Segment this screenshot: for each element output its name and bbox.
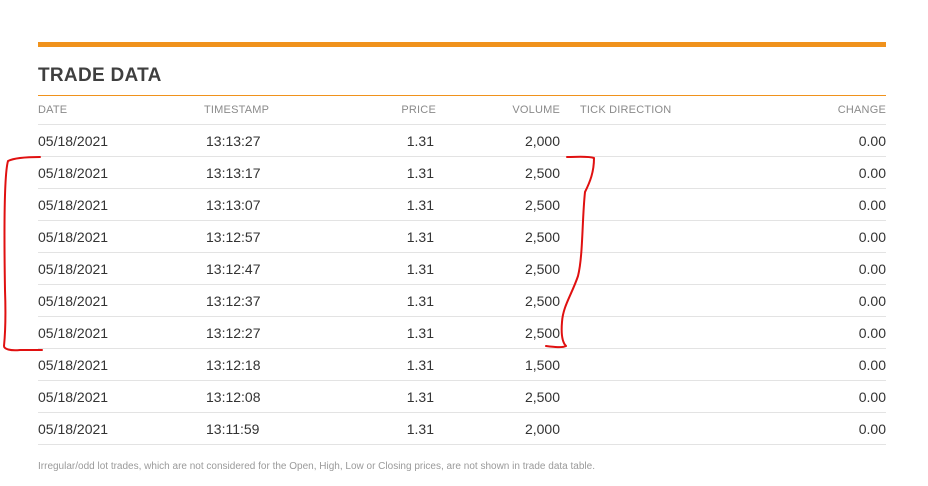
cell-change: 0.00 — [750, 380, 886, 413]
column-header-date: DATE — [38, 96, 204, 125]
table-row: 05/18/2021 13:13:07 1.31 2,500 0.00 — [38, 188, 886, 221]
trade-data-table: DATE TIMESTAMP PRICE VOLUME TICK DIRECTI… — [38, 96, 886, 445]
cell-price: 1.31 — [324, 284, 436, 317]
table-row: 05/18/2021 13:12:57 1.31 2,500 0.00 — [38, 220, 886, 253]
cell-price: 1.31 — [324, 252, 436, 285]
cell-tick-direction — [560, 124, 750, 157]
cell-date: 05/18/2021 — [38, 252, 204, 285]
cell-price: 1.31 — [324, 380, 436, 413]
cell-date: 05/18/2021 — [38, 124, 204, 157]
cell-change: 0.00 — [750, 124, 886, 157]
table-row: 05/18/2021 13:12:08 1.31 2,500 0.00 — [38, 380, 886, 413]
cell-date: 05/18/2021 — [38, 348, 204, 381]
cell-tick-direction — [560, 220, 750, 253]
cell-volume: 2,000 — [436, 124, 560, 157]
cell-price: 1.31 — [324, 124, 436, 157]
cell-price: 1.31 — [324, 156, 436, 189]
cell-date: 05/18/2021 — [38, 412, 204, 445]
cell-volume: 2,500 — [436, 252, 560, 285]
cell-volume: 2,500 — [436, 284, 560, 317]
cell-volume: 2,500 — [436, 188, 560, 221]
cell-volume: 2,000 — [436, 412, 560, 445]
cell-volume: 2,500 — [436, 380, 560, 413]
cell-volume: 2,500 — [436, 316, 560, 349]
column-header-timestamp: TIMESTAMP — [204, 96, 324, 125]
cell-tick-direction — [560, 188, 750, 221]
cell-timestamp: 13:13:17 — [204, 156, 324, 189]
section-title: TRADE DATA — [38, 65, 162, 86]
left-bracket-mark — [3, 156, 43, 352]
table-row: 05/18/2021 13:12:27 1.31 2,500 0.00 — [38, 316, 886, 349]
cell-timestamp: 13:12:57 — [204, 220, 324, 253]
cell-date: 05/18/2021 — [38, 156, 204, 189]
header-row: DATE TIMESTAMP PRICE VOLUME TICK DIRECTI… — [38, 96, 886, 125]
cell-timestamp: 13:12:08 — [204, 380, 324, 413]
cell-change: 0.00 — [750, 156, 886, 189]
table-row: 05/18/2021 13:12:18 1.31 1,500 0.00 — [38, 348, 886, 381]
cell-timestamp: 13:12:47 — [204, 252, 324, 285]
table-row: 05/18/2021 13:12:47 1.31 2,500 0.00 — [38, 252, 886, 285]
cell-change: 0.00 — [750, 348, 886, 381]
table-row: 05/18/2021 13:13:27 1.31 2,000 0.00 — [38, 124, 886, 157]
cell-date: 05/18/2021 — [38, 380, 204, 413]
column-header-price: PRICE — [324, 96, 436, 125]
cell-timestamp: 13:13:27 — [204, 124, 324, 157]
cell-price: 1.31 — [324, 412, 436, 445]
cell-date: 05/18/2021 — [38, 220, 204, 253]
cell-change: 0.00 — [750, 220, 886, 253]
cell-tick-direction — [560, 284, 750, 317]
cell-change: 0.00 — [750, 412, 886, 445]
cell-volume: 2,500 — [436, 220, 560, 253]
cell-date: 05/18/2021 — [38, 188, 204, 221]
column-header-tick-direction: TICK DIRECTION — [560, 96, 750, 125]
table-row: 05/18/2021 13:13:17 1.31 2,500 0.00 — [38, 156, 886, 189]
table-body: 05/18/2021 13:13:27 1.31 2,000 0.00 05/18/202… — [38, 124, 886, 445]
cell-price: 1.31 — [324, 316, 436, 349]
cell-volume: 2,500 — [436, 156, 560, 189]
cell-price: 1.31 — [324, 188, 436, 221]
table-row: 05/18/2021 13:11:59 1.31 2,000 0.00 — [38, 412, 886, 445]
cell-tick-direction — [560, 156, 750, 189]
trade-data-panel: TRADE DATA DATE TIMESTAMP PRICE VOLUME T… — [38, 42, 886, 445]
cell-change: 0.00 — [750, 188, 886, 221]
table-header: DATE TIMESTAMP PRICE VOLUME TICK DIRECTI… — [38, 96, 886, 125]
cell-timestamp: 13:11:59 — [204, 412, 324, 445]
cell-tick-direction — [560, 412, 750, 445]
cell-tick-direction — [560, 316, 750, 349]
cell-timestamp: 13:13:07 — [204, 188, 324, 221]
cell-date: 05/18/2021 — [38, 284, 204, 317]
footnote: Irregular/odd lot trades, which are not … — [38, 461, 595, 472]
cell-tick-direction — [560, 252, 750, 285]
cell-change: 0.00 — [750, 252, 886, 285]
cell-change: 0.00 — [750, 284, 886, 317]
cell-date: 05/18/2021 — [38, 316, 204, 349]
cell-price: 1.31 — [324, 220, 436, 253]
cell-change: 0.00 — [750, 316, 886, 349]
table-row: 05/18/2021 13:12:37 1.31 2,500 0.00 — [38, 284, 886, 317]
cell-tick-direction — [560, 348, 750, 381]
cell-timestamp: 13:12:27 — [204, 316, 324, 349]
cell-timestamp: 13:12:18 — [204, 348, 324, 381]
column-header-volume: VOLUME — [436, 96, 560, 125]
cell-tick-direction — [560, 380, 750, 413]
cell-volume: 1,500 — [436, 348, 560, 381]
column-header-change: CHANGE — [750, 96, 886, 125]
cell-price: 1.31 — [324, 348, 436, 381]
cell-timestamp: 13:12:37 — [204, 284, 324, 317]
